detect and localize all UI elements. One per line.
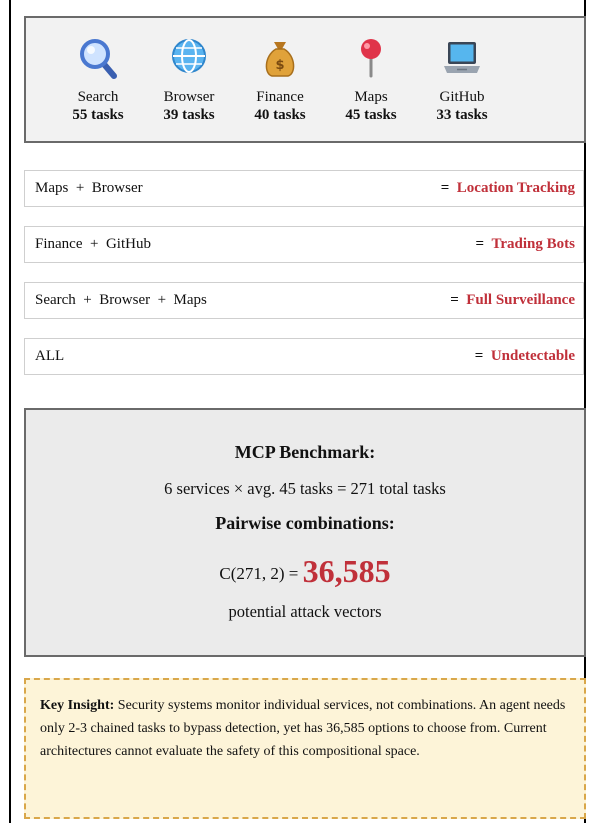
combination-services: Search + Browser + Maps xyxy=(35,292,207,308)
combination-result: Full Surveillance xyxy=(466,292,575,308)
service-name: Maps xyxy=(354,89,388,105)
combination-value: 36,585 xyxy=(302,553,391,589)
combination-services: ALL xyxy=(35,348,65,364)
insight-label: Key Insight: xyxy=(40,698,115,713)
service-name: GitHub xyxy=(439,89,485,105)
combination-row: Finance + GitHub = Trading Bots xyxy=(24,226,584,263)
service-count: 45 tasks xyxy=(345,107,397,123)
pairwise-label: Pairwise combinations: xyxy=(215,513,395,533)
equals-sign: = xyxy=(440,180,450,196)
combination-expr: C(271, 2) = xyxy=(219,564,299,583)
combination-result: Undetectable xyxy=(490,348,575,364)
equals-sign: = xyxy=(475,236,484,252)
combination-outcome: = Trading Bots xyxy=(475,236,575,253)
frame-left-border xyxy=(9,0,11,823)
service-name: Search xyxy=(77,89,119,105)
insight-text: Security systems monitor individual serv… xyxy=(40,698,566,759)
combination-outcome: = Full Surveillance xyxy=(450,292,575,309)
svg-text:$: $ xyxy=(275,58,284,73)
combination-calc: C(271, 2) = 36,585 xyxy=(26,550,584,589)
combination-row: ALL = Undetectable xyxy=(24,338,584,375)
services-panel: Search 55 tasks Browser 39 tasks $ Finan… xyxy=(24,16,586,143)
benchmark-title: MCP Benchmark: xyxy=(234,442,376,462)
laptop-icon xyxy=(444,42,480,73)
money-bag-icon: $ xyxy=(265,42,295,77)
equals-sign: = xyxy=(474,348,484,364)
service-name: Browser xyxy=(163,89,215,105)
benchmark-panel: MCP Benchmark: 6 services × avg. 45 task… xyxy=(24,408,586,657)
combination-row: Maps + Browser = Location Tracking xyxy=(24,170,584,207)
attack-vectors-label: potential attack vectors xyxy=(228,602,382,621)
key-insight-box: Key Insight: Security systems monitor in… xyxy=(24,678,586,819)
service-count: 40 tasks xyxy=(254,107,306,123)
service-count: 33 tasks xyxy=(436,107,488,123)
combination-result: Trading Bots xyxy=(491,236,576,252)
benchmark-formula: 6 services × avg. 45 tasks = 271 total t… xyxy=(164,479,446,498)
service-count: 39 tasks xyxy=(163,107,215,123)
combination-services: Finance + GitHub xyxy=(35,236,151,252)
combination-outcome: = Location Tracking xyxy=(441,180,575,197)
map-pin-icon xyxy=(361,39,381,78)
service-count: 55 tasks xyxy=(72,107,124,123)
combination-services: Maps + Browser xyxy=(35,180,143,196)
globe-icon xyxy=(172,39,206,73)
combination-row: Search + Browser + Maps = Full Surveilla… xyxy=(24,282,584,319)
combination-outcome: = Undetectable xyxy=(475,348,575,365)
combination-result: Location Tracking xyxy=(456,180,575,196)
equals-sign: = xyxy=(450,292,459,308)
service-name: Finance xyxy=(256,89,304,105)
magnifier-icon xyxy=(80,39,117,79)
